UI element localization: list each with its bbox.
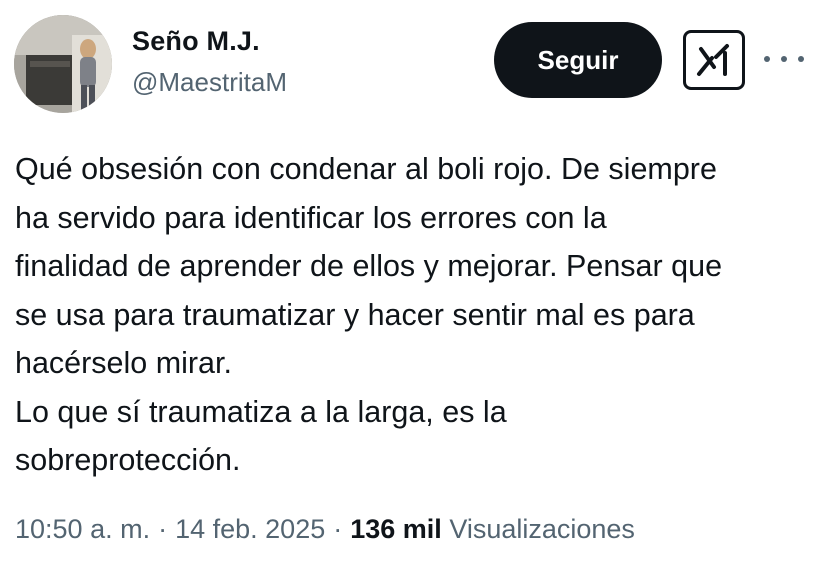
author-display-name[interactable]: Seño M.J. xyxy=(132,26,260,57)
tweet-line: Qué obsesión con condenar al boli rojo. … xyxy=(15,152,717,186)
follow-button[interactable]: Seguir xyxy=(494,22,662,98)
tweet-line: ha servido para identificar los errores … xyxy=(15,200,607,235)
tweet-text: Qué obsesión con condenar al boli rojo. … xyxy=(15,145,815,485)
tweet-line: Lo que sí traumatiza a la larga, es la xyxy=(15,394,507,429)
views-count: 136 mil xyxy=(350,514,442,544)
tweet-line: se usa para traumatizar y hacer sentir m… xyxy=(15,297,695,332)
more-horizontal-icon xyxy=(798,56,804,62)
tweet-date[interactable]: 14 feb. 2025 xyxy=(175,514,325,544)
grok-button[interactable] xyxy=(683,30,745,90)
more-horizontal-icon xyxy=(764,56,770,62)
author-handle[interactable]: @MaestritaM xyxy=(132,67,287,98)
avatar-photo xyxy=(14,15,112,113)
separator: · xyxy=(158,514,168,544)
tweet-line: finalidad de aprender de ellos y mejorar… xyxy=(15,249,723,283)
tweet-line: hacérselo mirar. xyxy=(15,346,232,380)
more-horizontal-icon xyxy=(781,56,787,62)
grok-icon xyxy=(697,44,729,76)
tweet-meta: 10:50 a. m. · 14 feb. 2025 · 136 mil Visuali… xyxy=(15,514,635,545)
views-label: Visualizaciones xyxy=(449,514,635,544)
avatar[interactable] xyxy=(14,15,112,113)
tweet-line: sobreprotección. xyxy=(15,443,241,477)
separator: · xyxy=(333,514,343,544)
tweet-time[interactable]: 10:50 a. m. xyxy=(15,514,150,544)
more-options-button[interactable] xyxy=(764,46,804,72)
